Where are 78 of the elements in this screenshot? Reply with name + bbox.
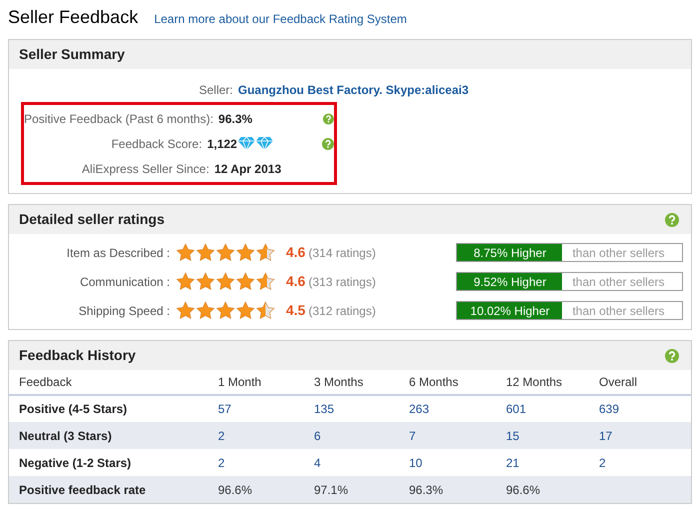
star-icon: [176, 272, 195, 291]
table-cell: 96.6%: [208, 476, 304, 503]
table-cell: 57: [208, 395, 304, 422]
column-header: Feedback: [9, 370, 208, 395]
rating-score: 4.5: [286, 301, 306, 320]
table-cell: 15: [496, 422, 589, 449]
table-cell: 21: [496, 449, 589, 476]
field-label: AliExpress Seller Since:: [80, 160, 210, 178]
table-cell: 7: [399, 422, 496, 449]
panel-title: Seller Summary: [19, 45, 125, 64]
diamond-icon: [256, 137, 274, 150]
rating-label: Shipping Speed :: [78, 302, 171, 320]
star-icon: [216, 301, 235, 320]
table-cell: 2: [208, 449, 304, 476]
column-header: 6 Months: [399, 370, 496, 395]
star-icon: [236, 272, 255, 291]
page-title: Seller Feedback: [8, 6, 138, 29]
help-icon[interactable]: [665, 348, 679, 362]
rating-count: (312 ratings): [308, 302, 377, 320]
column-header: 1 Month: [208, 370, 304, 395]
star-icon: [256, 301, 275, 320]
column-header: Overall: [589, 370, 691, 395]
seller-link[interactable]: Guangzhou Best Factory. Skype:aliceai3: [238, 80, 469, 98]
star-icon: [176, 243, 195, 262]
table-cell: 10: [399, 449, 496, 476]
row-label: Negative (1-2 Stars): [9, 449, 208, 476]
star-icon: [256, 272, 275, 291]
row-label: Positive feedback rate: [9, 476, 208, 503]
panel-title: Detailed seller ratings: [19, 210, 165, 229]
star-icon: [256, 243, 275, 262]
table-cell: 17: [589, 422, 691, 449]
rating-count: (314 ratings): [308, 244, 377, 262]
field-label: Feedback Score:: [110, 136, 204, 152]
table-cell: 135: [304, 395, 399, 422]
star-icon: [196, 272, 215, 291]
rating-label: Communication :: [78, 274, 171, 290]
field-label: Positive Feedback (Past 6 months):: [24, 110, 214, 128]
rating-count: (313 ratings): [308, 274, 377, 290]
field-value: 12 Apr 2013: [214, 160, 282, 178]
comparison-value: 8.75% Higher: [457, 244, 562, 261]
diamond-icon: [238, 137, 256, 150]
table-cell: 96.3%: [399, 476, 496, 503]
table-cell: 97.1%: [304, 476, 399, 503]
star-icon: [236, 301, 255, 320]
table-cell: 263: [399, 395, 496, 422]
field-label: Seller:: [198, 82, 234, 98]
star-icon: [196, 301, 215, 320]
rating-score: 4.6: [286, 243, 306, 262]
table-cell: 601: [496, 395, 589, 422]
comparison-note: than other sellers: [571, 302, 665, 319]
column-header: 3 Months: [304, 370, 399, 395]
column-header: 12 Months: [496, 370, 589, 395]
star-icon: [176, 301, 195, 320]
field-value: 1,122: [207, 136, 238, 152]
learn-more-link[interactable]: Learn more about our Feedback Rating System: [154, 10, 407, 28]
panel-title: Feedback History: [19, 346, 136, 365]
star-icon: [216, 272, 235, 291]
rating-label: Item as Described :: [66, 244, 171, 262]
help-icon[interactable]: [323, 112, 334, 126]
row-label: Neutral (3 Stars): [9, 422, 208, 449]
comparison-value: 9.52% Higher: [457, 273, 562, 290]
row-label: Positive (4-5 Stars): [9, 395, 208, 422]
comparison-value: 10.02% Higher: [457, 302, 562, 319]
help-icon[interactable]: [322, 136, 334, 150]
table-cell: 2: [208, 422, 304, 449]
table-cell: 639: [589, 395, 691, 422]
star-icon: [196, 243, 215, 262]
table-cell: 4: [304, 449, 399, 476]
star-icon: [236, 243, 255, 262]
star-icon: [216, 243, 235, 262]
help-icon[interactable]: [665, 212, 679, 226]
rating-score: 4.6: [286, 272, 306, 291]
table-cell: 96.6%: [496, 476, 589, 503]
table-cell: 2: [589, 449, 691, 476]
comparison-note: than other sellers: [571, 244, 665, 261]
field-value: 96.3%: [218, 110, 252, 128]
table-cell: 6: [304, 422, 399, 449]
comparison-note: than other sellers: [571, 274, 665, 290]
